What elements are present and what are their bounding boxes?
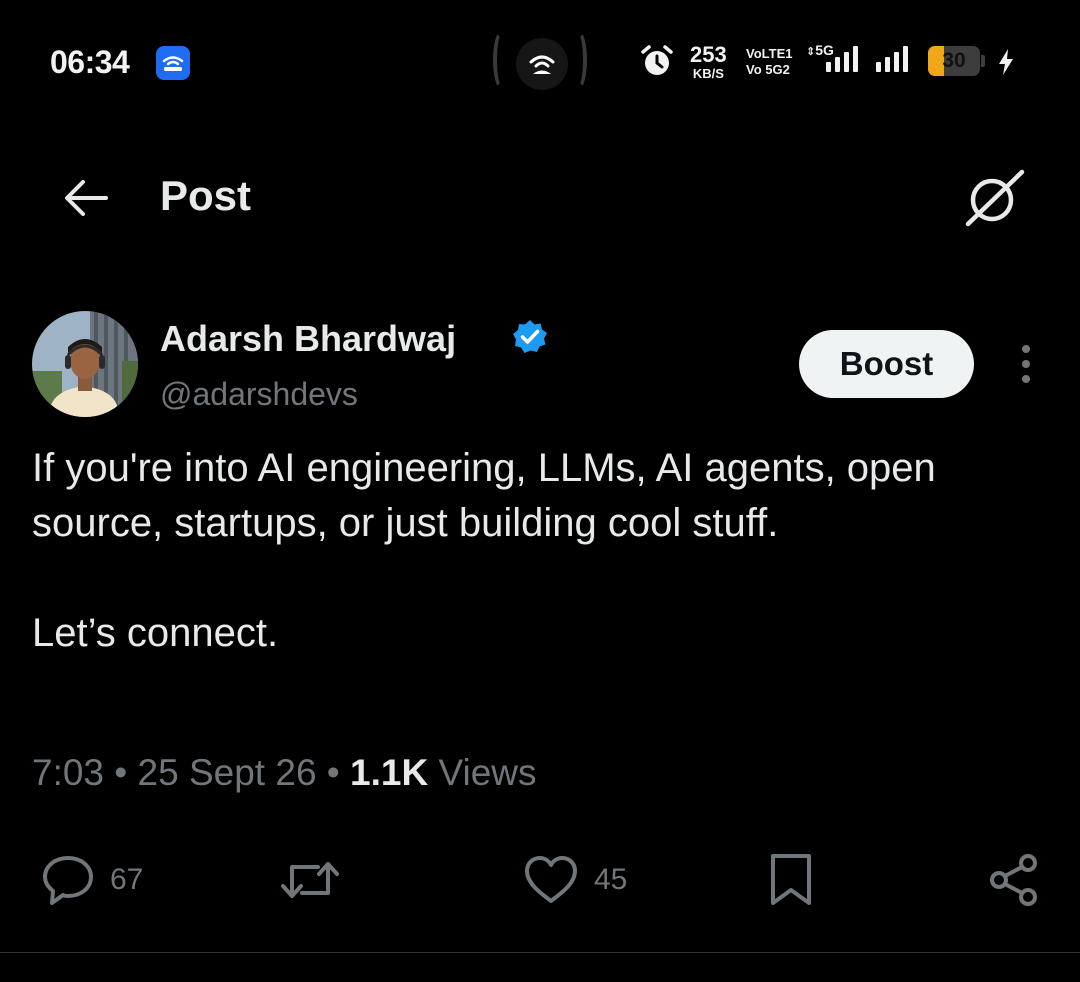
reply-icon — [43, 856, 93, 905]
network-speed-value: 253 — [690, 42, 727, 67]
signal-icon — [876, 46, 912, 81]
views-label: Views — [428, 752, 537, 793]
heart-icon — [525, 856, 577, 903]
charging-icon — [996, 48, 1016, 81]
divider — [0, 952, 1080, 953]
camera-pill-left — [493, 30, 511, 90]
like-count: 45 — [594, 863, 628, 896]
post-paragraph: Let’s connect. — [32, 611, 279, 655]
status-time: 06:34 — [50, 44, 130, 80]
more-vertical-icon — [1022, 345, 1030, 383]
bookmark-icon — [771, 854, 811, 905]
alarm-icon — [640, 44, 674, 83]
like-button[interactable]: 45 — [522, 852, 627, 908]
reply-button[interactable]: 67 — [40, 852, 143, 908]
reply-count: 67 — [110, 863, 144, 896]
volte-sim1: VoLTE1 — [746, 46, 793, 61]
signal-icon — [826, 46, 862, 81]
grok-icon — [965, 169, 1025, 227]
views-count[interactable]: 1.1K — [350, 752, 428, 793]
share-button[interactable] — [986, 852, 1042, 908]
grok-button[interactable] — [960, 164, 1028, 232]
meta-separator: • — [316, 752, 351, 793]
post-body: If you're into AI engineering, LLMs, AI … — [32, 441, 1042, 661]
network-speed: 253 KB/S — [690, 42, 727, 81]
post-date[interactable]: 25 Sept 26 — [138, 752, 317, 793]
volte-sim2: Vo 5G2 — [746, 62, 790, 77]
post-screen: 06:34 253 KB/S VoLTE1 Vo 5G2 ⇕5G 30 Post… — [0, 0, 1080, 982]
post-paragraph: If you're into AI engineering, LLMs, AI … — [32, 446, 936, 545]
author-display-name[interactable]: Adarsh Bhardwaj — [160, 318, 456, 360]
meta-separator: • — [104, 752, 138, 793]
app-notification-icon — [156, 46, 190, 80]
author-handle[interactable]: @adarshdevs — [160, 376, 358, 413]
battery-percent: 30 — [942, 49, 966, 72]
avatar[interactable] — [32, 311, 138, 417]
repost-icon — [281, 862, 339, 898]
arrow-left-icon — [65, 180, 108, 216]
back-button[interactable] — [58, 170, 114, 226]
boost-button[interactable]: Boost — [799, 330, 974, 398]
battery-tip — [981, 55, 985, 67]
page-title: Post — [160, 172, 252, 219]
post-time[interactable]: 7:03 — [32, 752, 104, 793]
post-meta: 7:03 • 25 Sept 26 • 1.1K Views — [32, 752, 537, 794]
verified-badge-icon — [511, 318, 549, 361]
hotspot-icon — [516, 38, 568, 90]
network-speed-unit: KB/S — [692, 66, 724, 81]
bookmark-button[interactable] — [766, 852, 816, 908]
battery-icon: 30 — [928, 46, 980, 76]
repost-button[interactable] — [278, 852, 342, 908]
volte-indicator: VoLTE1 Vo 5G2 — [746, 46, 792, 78]
share-icon — [990, 854, 1037, 906]
more-options-button[interactable] — [1008, 340, 1044, 388]
status-bar: 06:34 253 KB/S VoLTE1 Vo 5G2 ⇕5G 30 — [0, 0, 1080, 130]
camera-pill-right — [569, 30, 587, 90]
